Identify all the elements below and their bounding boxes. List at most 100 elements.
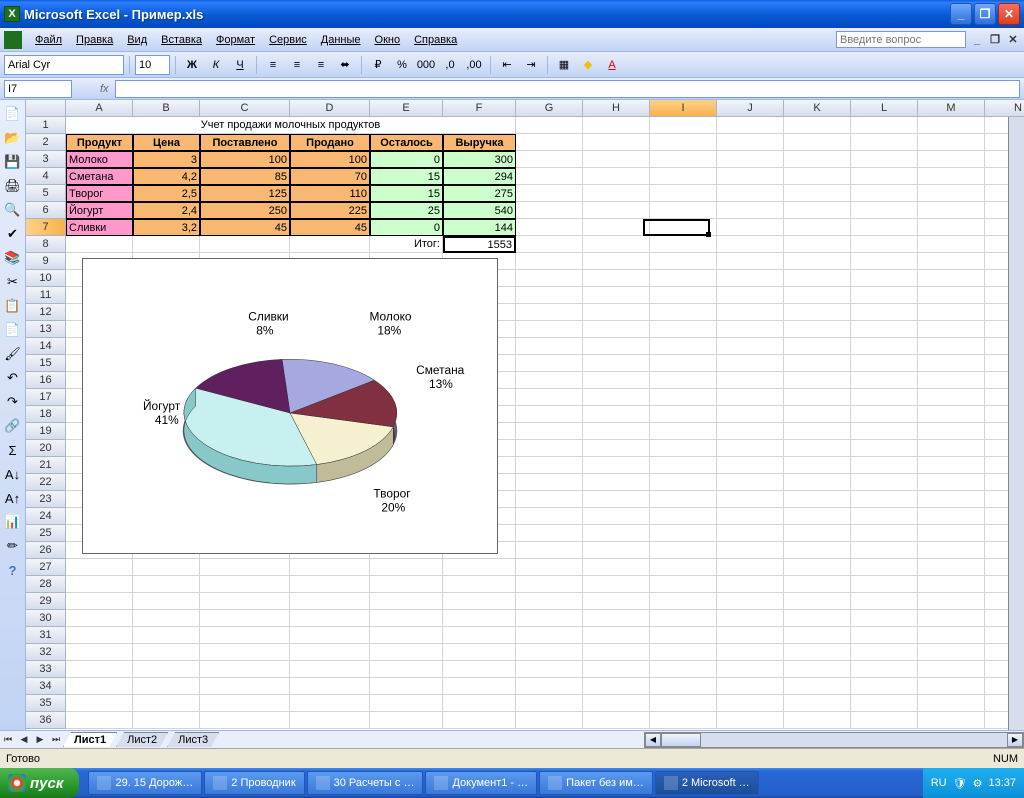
cell-E2[interactable]: Осталось <box>370 134 443 151</box>
cell-G13[interactable] <box>516 321 583 338</box>
cell-F6[interactable]: 540 <box>443 202 516 219</box>
cell-F4[interactable]: 294 <box>443 168 516 185</box>
cell-K6[interactable] <box>784 202 851 219</box>
cell-G21[interactable] <box>516 457 583 474</box>
cell-D28[interactable] <box>290 576 370 593</box>
cell-H34[interactable] <box>583 678 650 695</box>
dec-indent-button[interactable]: ⇤ <box>496 55 518 75</box>
cell-M15[interactable] <box>918 355 985 372</box>
cell-L9[interactable] <box>851 253 918 270</box>
row-header-19[interactable]: 19 <box>26 423 66 440</box>
cell-L29[interactable] <box>851 593 918 610</box>
cell-G8[interactable] <box>516 236 583 253</box>
cell-H9[interactable] <box>583 253 650 270</box>
align-right-button[interactable]: ≡ <box>310 55 332 75</box>
cell-H28[interactable] <box>583 576 650 593</box>
row-header-27[interactable]: 27 <box>26 559 66 576</box>
cell-H4[interactable] <box>583 168 650 185</box>
sheet-tab-3[interactable]: Лист3 <box>167 732 219 747</box>
drawing-button[interactable]: ✏ <box>3 536 23 556</box>
cell-M16[interactable] <box>918 372 985 389</box>
cell-C33[interactable] <box>200 661 290 678</box>
cell-M2[interactable] <box>918 134 985 151</box>
tray-clock[interactable]: 13:37 <box>988 777 1016 789</box>
cell-A2[interactable]: Продукт <box>66 134 133 151</box>
cell-G4[interactable] <box>516 168 583 185</box>
fx-icon[interactable]: fx <box>100 83 109 95</box>
cell-F35[interactable] <box>443 695 516 712</box>
cell-K26[interactable] <box>784 542 851 559</box>
underline-button[interactable]: Ч <box>229 55 251 75</box>
cell-M14[interactable] <box>918 338 985 355</box>
col-header-B[interactable]: B <box>133 100 200 117</box>
cell-L12[interactable] <box>851 304 918 321</box>
cell-H1[interactable] <box>583 117 650 134</box>
spell-button[interactable]: ✔ <box>3 224 23 244</box>
cell-I30[interactable] <box>650 610 717 627</box>
cell-I36[interactable] <box>650 712 717 729</box>
redo-button[interactable]: ↷ <box>3 392 23 412</box>
sort-desc-button[interactable]: A↑ <box>3 488 23 508</box>
formula-input[interactable] <box>115 80 1020 98</box>
mdi-minimize-button[interactable]: _ <box>970 33 984 47</box>
cell-G6[interactable] <box>516 202 583 219</box>
cell-D29[interactable] <box>290 593 370 610</box>
cell-G33[interactable] <box>516 661 583 678</box>
cell-E4[interactable]: 15 <box>370 168 443 185</box>
tab-nav-prev[interactable]: ◀ <box>16 732 32 748</box>
cell-K4[interactable] <box>784 168 851 185</box>
cell-E6[interactable]: 25 <box>370 202 443 219</box>
cell-H10[interactable] <box>583 270 650 287</box>
cell-K16[interactable] <box>784 372 851 389</box>
cell-M3[interactable] <box>918 151 985 168</box>
cell-I9[interactable] <box>650 253 717 270</box>
cell-M20[interactable] <box>918 440 985 457</box>
cell-E28[interactable] <box>370 576 443 593</box>
cell-C7[interactable]: 45 <box>200 219 290 236</box>
cell-L8[interactable] <box>851 236 918 253</box>
tab-nav-last[interactable]: ⏭ <box>48 732 64 748</box>
cell-H35[interactable] <box>583 695 650 712</box>
cell-K9[interactable] <box>784 253 851 270</box>
cell-F27[interactable] <box>443 559 516 576</box>
cell-C36[interactable] <box>200 712 290 729</box>
cell-M13[interactable] <box>918 321 985 338</box>
cell-M28[interactable] <box>918 576 985 593</box>
cell-G32[interactable] <box>516 644 583 661</box>
borders-button[interactable]: ▦ <box>553 55 575 75</box>
cell-L26[interactable] <box>851 542 918 559</box>
cell-H19[interactable] <box>583 423 650 440</box>
row-header-6[interactable]: 6 <box>26 202 66 219</box>
cell-G7[interactable] <box>516 219 583 236</box>
cell-M33[interactable] <box>918 661 985 678</box>
cell-J3[interactable] <box>717 151 784 168</box>
cell-J26[interactable] <box>717 542 784 559</box>
cell-K36[interactable] <box>784 712 851 729</box>
cell-A8[interactable] <box>66 236 133 253</box>
cell-A28[interactable] <box>66 576 133 593</box>
cell-J2[interactable] <box>717 134 784 151</box>
cell-G9[interactable] <box>516 253 583 270</box>
cell-M34[interactable] <box>918 678 985 695</box>
cell-J14[interactable] <box>717 338 784 355</box>
cell-G20[interactable] <box>516 440 583 457</box>
start-button[interactable]: пуск <box>0 768 79 798</box>
cell-M22[interactable] <box>918 474 985 491</box>
tray-app-icon[interactable]: ⚙ <box>973 777 983 790</box>
cell-H11[interactable] <box>583 287 650 304</box>
row-header-5[interactable]: 5 <box>26 185 66 202</box>
cell-K31[interactable] <box>784 627 851 644</box>
cell-J24[interactable] <box>717 508 784 525</box>
cell-K30[interactable] <box>784 610 851 627</box>
menu-insert[interactable]: Вставка <box>154 31 209 49</box>
cell-F36[interactable] <box>443 712 516 729</box>
cell-G17[interactable] <box>516 389 583 406</box>
cell-J11[interactable] <box>717 287 784 304</box>
cell-J13[interactable] <box>717 321 784 338</box>
cell-I5[interactable] <box>650 185 717 202</box>
cell-K35[interactable] <box>784 695 851 712</box>
col-header-N[interactable]: N <box>985 100 1024 117</box>
cell-L32[interactable] <box>851 644 918 661</box>
cell-L5[interactable] <box>851 185 918 202</box>
cell-J1[interactable] <box>717 117 784 134</box>
